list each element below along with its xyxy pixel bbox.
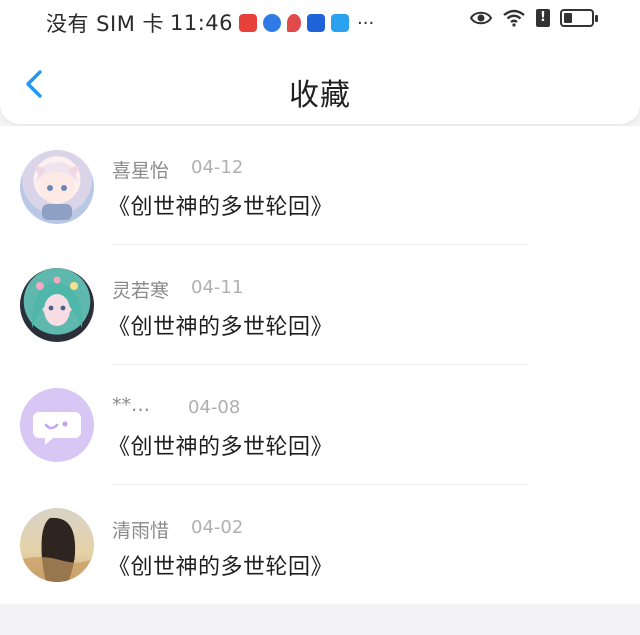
flower-girl-avatar: [31, 276, 83, 328]
divider: [112, 484, 528, 485]
favorite-date: 04-02: [191, 517, 244, 538]
more-notifications-icon: ···: [357, 12, 375, 34]
carrier-text: 没有 SIM 卡: [46, 12, 164, 36]
battery-level-fill: [564, 13, 572, 23]
list-item[interactable]: 喜星怡 04-12 《创世神的多世轮回》: [0, 126, 640, 246]
status-bar-left: 没有 SIM 卡 11:46 ···: [46, 8, 374, 38]
eye-icon: [470, 11, 492, 25]
beach-girl-avatar: [20, 517, 94, 582]
clock-time: 11:46: [170, 11, 234, 35]
wifi-icon: [503, 9, 525, 27]
status-bar: 没有 SIM 卡 11:46 ··· !: [0, 0, 640, 44]
avatar[interactable]: [20, 268, 94, 342]
default-chat-avatar: [33, 412, 81, 445]
list-item[interactable]: 清雨惜 04-02 《创世神的多世轮回》: [0, 486, 640, 606]
user-name: 喜星怡: [112, 160, 170, 182]
divider: [112, 364, 528, 365]
red-app-icon: [287, 14, 302, 32]
bottom-background: [0, 604, 640, 635]
user-name: 灵若寒: [112, 280, 170, 302]
book-title[interactable]: 《创世神的多世轮回》: [108, 429, 333, 461]
battery-icon: [560, 9, 598, 27]
nav-header: 收藏: [0, 44, 640, 124]
page-title: 收藏: [289, 78, 351, 113]
favorites-list: 喜星怡 04-12 《创世神的多世轮回》 灵若寒 04-11 《创世神的多世轮回…: [0, 126, 640, 604]
favorite-date: 04-08: [188, 397, 241, 418]
user-name: **…: [112, 394, 150, 416]
list-item[interactable]: **… 04-08 《创世神的多世轮回》: [0, 366, 640, 486]
tips-icon: [307, 14, 326, 32]
divider: [112, 244, 528, 245]
weather-icon: [331, 14, 350, 32]
book-title[interactable]: 《创世神的多世轮回》: [108, 549, 333, 581]
list-item[interactable]: 灵若寒 04-11 《创世神的多世轮回》: [0, 246, 640, 366]
book-title[interactable]: 《创世神的多世轮回》: [108, 189, 333, 221]
browser-icon: [263, 14, 282, 32]
huawei-store-icon: [239, 14, 258, 32]
avatar[interactable]: [20, 508, 94, 582]
alert-icon: !: [536, 9, 550, 27]
favorite-date: 04-11: [191, 277, 244, 298]
user-name: 清雨惜: [112, 520, 170, 542]
status-bar-right: !: [470, 9, 598, 27]
favorite-date: 04-12: [191, 157, 244, 178]
avatar[interactable]: [20, 150, 94, 224]
avatar[interactable]: [20, 388, 94, 462]
anime-girl-avatar: [34, 162, 80, 220]
book-title[interactable]: 《创世神的多世轮回》: [108, 309, 333, 341]
